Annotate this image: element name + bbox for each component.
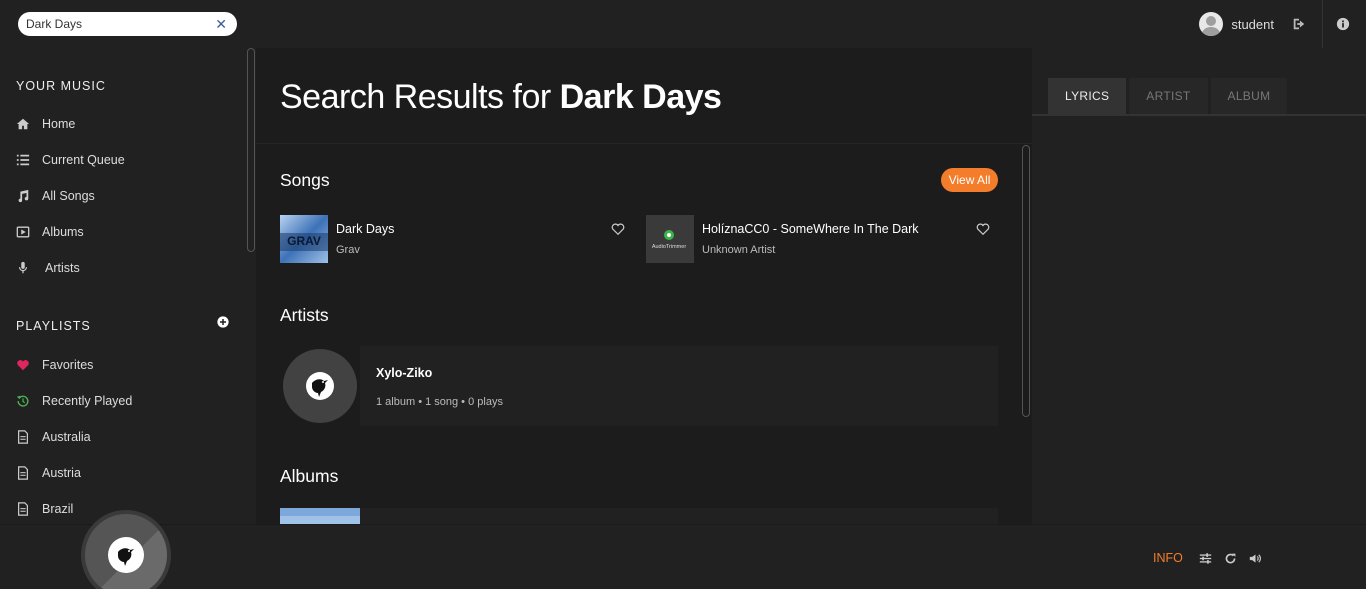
artist-meta: 1 album • 1 song • 0 plays	[376, 396, 503, 408]
extra-tabs: LYRICS ARTIST ALBUM	[1048, 78, 1288, 114]
songs-heading: Songs	[280, 170, 330, 190]
playlists-heading: PLAYLISTS	[16, 319, 91, 333]
music-note-icon	[18, 189, 29, 203]
info-toggle[interactable]: INFO	[1153, 551, 1183, 565]
queue-icon	[16, 154, 30, 166]
album-icon	[16, 226, 30, 238]
repeat-icon[interactable]	[1224, 552, 1237, 565]
file-icon	[18, 430, 28, 444]
logout-icon[interactable]	[1292, 17, 1306, 31]
artist-card[interactable]: Xylo-Ziko 1 album • 1 song • 0 plays	[360, 346, 998, 426]
sidebar-item-current-queue[interactable]: Current Queue	[16, 150, 125, 170]
favorite-heart-icon[interactable]	[611, 222, 625, 236]
page-title: Search Results for Dark Days	[280, 78, 722, 117]
username[interactable]: student	[1231, 17, 1274, 32]
player-divider	[0, 524, 1366, 525]
your-music-heading: YOUR MUSIC	[16, 79, 106, 93]
song-artist[interactable]: Grav	[336, 244, 360, 256]
heart-icon	[17, 360, 29, 371]
sidebar-item-label: Home	[42, 117, 76, 131]
sidebar-item-recently-played[interactable]: Recently Played	[16, 391, 132, 411]
album-card[interactable]	[360, 508, 998, 524]
sidebar-item-label: Recently Played	[42, 394, 133, 408]
user-area[interactable]: student	[1199, 12, 1306, 36]
microphone-icon	[18, 261, 28, 274]
sidebar-item-label: Artists	[45, 261, 80, 275]
tabs-underline	[1032, 114, 1366, 116]
clear-search-icon[interactable]: ✕	[215, 17, 227, 31]
artists-heading: Artists	[280, 305, 329, 325]
sidebar-item-all-songs[interactable]: All Songs	[16, 186, 95, 206]
sidebar-item-austria[interactable]: Austria	[16, 463, 81, 483]
sidebar-item-favorites[interactable]: Favorites	[16, 355, 93, 375]
title-prefix: Search Results for	[280, 78, 560, 116]
tab-album[interactable]: ALBUM	[1210, 78, 1288, 114]
sidebar-item-brazil[interactable]: Brazil	[16, 499, 73, 519]
artist-name[interactable]: Xylo-Ziko	[376, 366, 432, 380]
sidebar-scroll-thumb[interactable]	[247, 48, 255, 252]
title-query: Dark Days	[559, 78, 722, 116]
top-bar: ✕ student	[0, 0, 1366, 48]
sidebar-item-label: All Songs	[42, 189, 95, 203]
cover-text: GRAV	[287, 234, 321, 248]
favorite-heart-icon[interactable]	[976, 222, 990, 236]
cover-text: AudioTrimmer	[652, 244, 686, 250]
song-cover: GRAV	[280, 215, 328, 263]
history-icon	[16, 395, 29, 407]
search-box: ✕	[18, 12, 237, 36]
song-card-dark-days[interactable]: GRAV Dark Days Grav	[280, 215, 625, 263]
file-icon	[18, 466, 28, 480]
search-results-panel: Search Results for Dark Days Songs View …	[256, 48, 1032, 524]
song-title[interactable]: HolíznaCC0 - SomeWhere In The Dark	[702, 222, 919, 236]
avatar[interactable]	[1199, 12, 1224, 36]
album-cover[interactable]	[280, 508, 360, 524]
info-icon[interactable]	[1336, 17, 1350, 31]
equalizer-icon[interactable]	[1199, 552, 1212, 565]
crow-icon	[306, 372, 334, 400]
song-card-somewhere-in-the-dark[interactable]: AudioTrimmer HolíznaCC0 - SomeWhere In T…	[646, 215, 998, 263]
sidebar-item-label: Albums	[42, 225, 84, 239]
results-scrollbar[interactable]	[1022, 145, 1030, 417]
sidebar-item-artists[interactable]: Artists	[16, 258, 80, 278]
sidebar-item-label: Australia	[42, 430, 91, 444]
song-cover: AudioTrimmer	[646, 215, 694, 263]
view-all-songs-button[interactable]: View All	[941, 168, 998, 192]
tab-artist[interactable]: ARTIST	[1129, 78, 1208, 114]
crow-icon	[118, 548, 134, 566]
extra-panel: LYRICS ARTIST ALBUM	[1032, 48, 1366, 524]
sidebar: YOUR MUSIC Home Current Queue All Songs …	[0, 48, 246, 524]
sidebar-item-label: Favorites	[42, 358, 94, 372]
search-input[interactable]	[26, 17, 216, 31]
albums-heading: Albums	[280, 466, 339, 486]
add-playlist-icon[interactable]	[217, 316, 229, 328]
cover-center	[108, 537, 144, 573]
tab-lyrics[interactable]: LYRICS	[1048, 78, 1127, 114]
sidebar-item-albums[interactable]: Albums	[16, 222, 84, 242]
now-playing-cover[interactable]	[81, 510, 171, 589]
volume-icon[interactable]	[1249, 552, 1262, 565]
sidebar-item-home[interactable]: Home	[16, 114, 75, 134]
sidebar-item-label: Current Queue	[42, 153, 125, 167]
artist-avatar[interactable]	[283, 349, 357, 423]
home-icon	[16, 118, 30, 130]
file-icon	[18, 502, 28, 516]
title-divider	[256, 143, 1032, 144]
sidebar-item-label: Brazil	[42, 502, 74, 516]
song-artist[interactable]: Unknown Artist	[702, 244, 775, 256]
sidebar-item-australia[interactable]: Australia	[16, 427, 91, 447]
song-title[interactable]: Dark Days	[336, 222, 394, 236]
header-divider	[1322, 0, 1323, 48]
sidebar-scrollbar[interactable]	[246, 48, 256, 524]
player-controls: INFO	[1153, 551, 1262, 565]
sidebar-item-label: Austria	[42, 466, 81, 480]
